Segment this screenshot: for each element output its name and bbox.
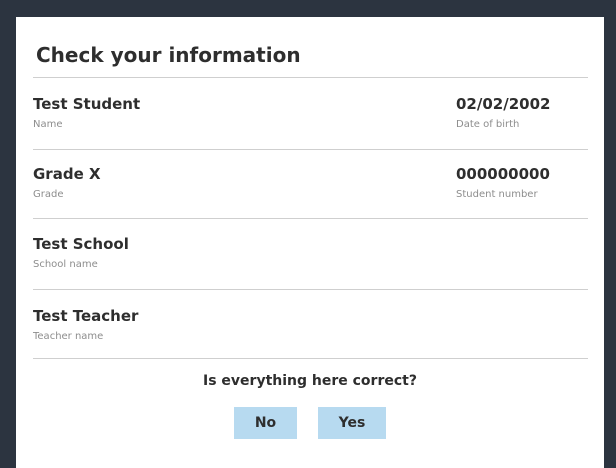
student-name-caption: Name: [33, 119, 63, 130]
student-number-caption: Student number: [456, 189, 538, 200]
school-field: Test School School name: [33, 235, 129, 270]
student-number-field: 000000000 Student number: [456, 165, 550, 200]
divider: [33, 289, 588, 290]
grade-caption: Grade: [33, 189, 64, 200]
teacher-field: Test Teacher Teacher name: [33, 307, 138, 342]
window-frame-right: [604, 0, 616, 468]
school-name-caption: School name: [33, 259, 98, 270]
window-frame-left: [0, 0, 16, 468]
school-name-value: Test School: [33, 235, 129, 253]
student-name-value: Test Student: [33, 95, 141, 113]
teacher-name-caption: Teacher name: [33, 331, 104, 342]
no-button[interactable]: No: [234, 407, 297, 439]
divider: [33, 149, 588, 150]
student-name-field: Test Student Name: [33, 95, 140, 130]
yes-button[interactable]: Yes: [318, 407, 386, 439]
date-of-birth-caption: Date of birth: [456, 119, 520, 130]
teacher-name-value: Test Teacher: [33, 307, 139, 325]
divider: [33, 77, 588, 78]
window-frame-top: [0, 0, 616, 17]
confirmation-question: Is everything here correct?: [203, 373, 417, 389]
dialog-title: Check your information: [36, 43, 301, 67]
divider: [33, 358, 588, 359]
divider: [33, 218, 588, 219]
grade-field: Grade X Grade: [33, 165, 101, 200]
date-of-birth-value: 02/02/2002: [456, 95, 551, 113]
confirm-info-dialog: Check your information Test Student Name…: [16, 17, 604, 468]
date-of-birth-field: 02/02/2002 Date of birth: [456, 95, 550, 130]
student-number-value: 000000000: [456, 165, 550, 183]
grade-value: Grade X: [33, 165, 101, 183]
